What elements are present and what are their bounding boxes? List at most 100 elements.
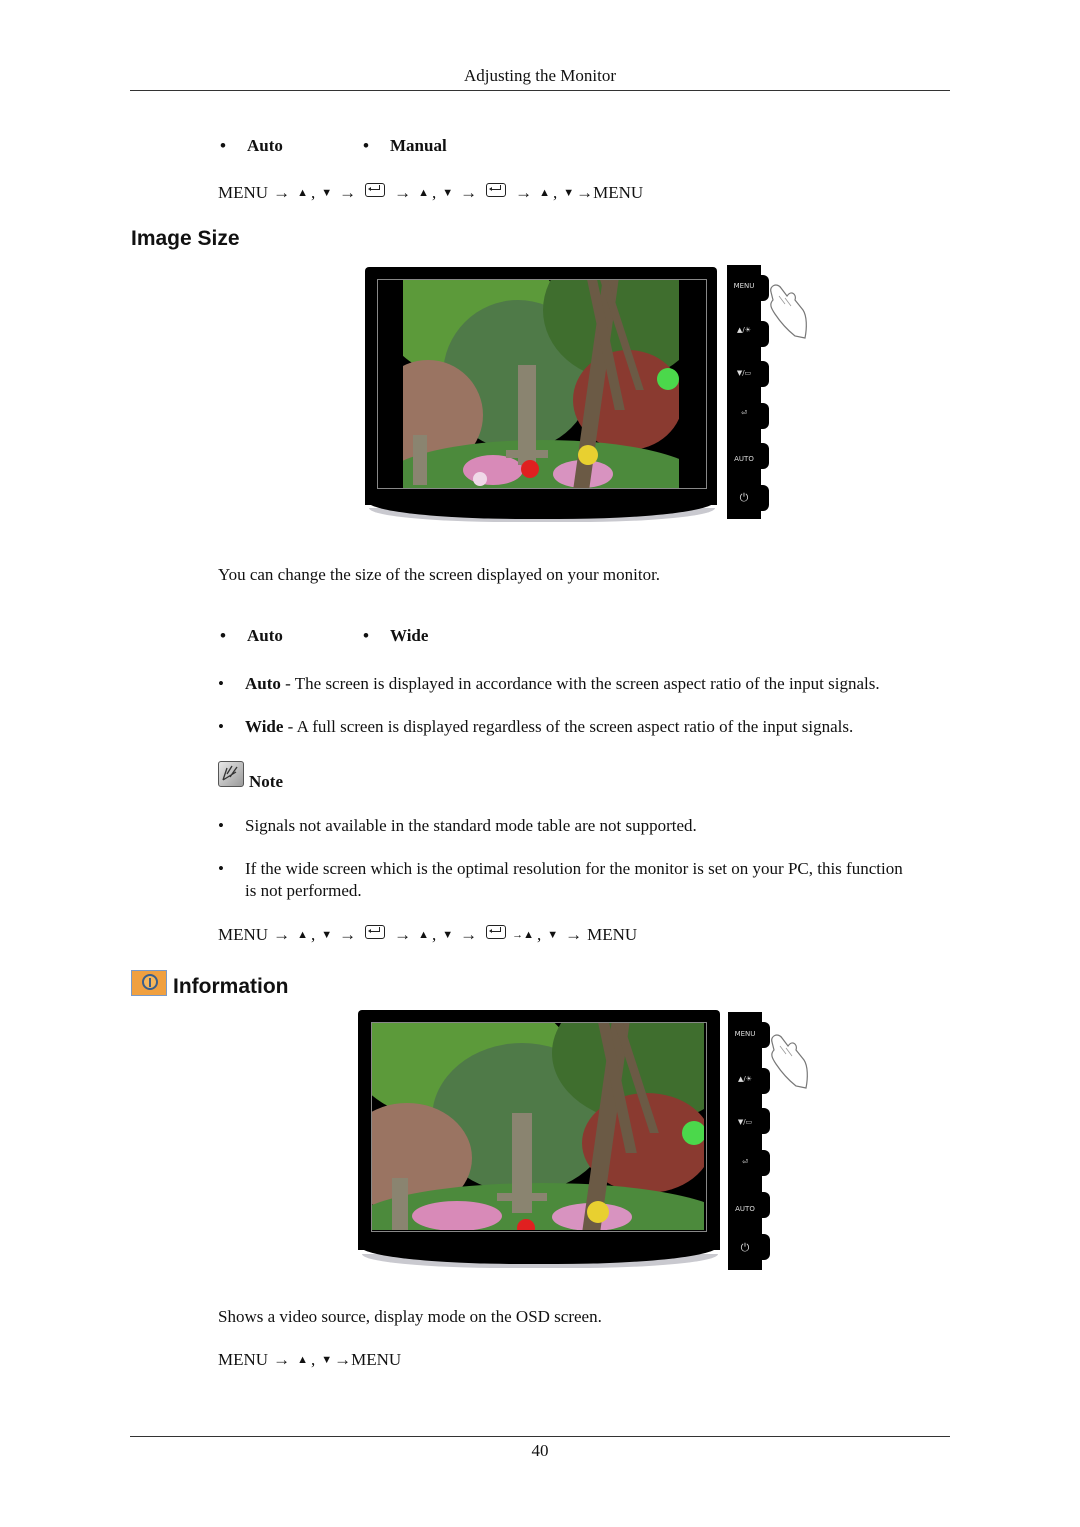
comma: , <box>310 1350 316 1369</box>
footer-rule <box>130 1436 950 1437</box>
top-option-list: • Auto • Manual <box>220 136 620 158</box>
button-tab <box>759 403 769 429</box>
photo-lantern-yellow <box>587 1201 609 1223</box>
enter-key-icon <box>486 925 507 939</box>
down-arrow-icon: ▼ <box>442 187 454 199</box>
top-option-auto: • Auto <box>220 136 283 155</box>
right-arrow-icon: → <box>515 183 533 202</box>
information-description: Shows a video source, display mode on th… <box>218 1307 602 1326</box>
sequence-text: →MENU <box>334 1350 402 1369</box>
right-arrow-icon: → <box>273 1350 291 1369</box>
photo-pagoda-roof <box>497 1193 547 1201</box>
down-arrow-icon: ▼ <box>442 929 454 941</box>
note-item: • Signals not available in the standard … <box>218 815 958 837</box>
menu-button-label: MENU <box>734 1030 756 1038</box>
button-tab <box>760 1234 770 1260</box>
top-option-manual: • Manual <box>363 136 447 155</box>
enter-key-icon <box>486 183 507 197</box>
section-title-image-size: Image Size <box>131 227 240 250</box>
up-arrow-icon: ▲ <box>418 929 429 941</box>
source-button-label: ▼/▭ <box>737 1118 753 1126</box>
bullet: • <box>218 859 224 878</box>
bullet: • <box>218 816 224 835</box>
comma: , <box>553 183 558 202</box>
garden-photo <box>403 280 679 488</box>
right-arrow-icon: → <box>394 925 412 944</box>
detail-item-auto: • Auto - The screen is displayed in acco… <box>218 673 958 695</box>
comma: , <box>310 183 316 202</box>
down-arrow-icon: ▼ <box>321 929 333 941</box>
sequence-text: →MENU <box>576 183 644 202</box>
button-tab <box>759 443 769 469</box>
comma: , <box>310 925 316 944</box>
header-rule <box>130 90 950 91</box>
note-text-continued: is not performed. <box>245 881 362 900</box>
note-icon <box>218 761 244 787</box>
photo-flowers <box>463 455 523 485</box>
photo-lantern-red <box>521 460 539 478</box>
source-button-label: ▼/▭ <box>736 369 752 377</box>
note-label: Note <box>249 772 283 791</box>
hand-pointer-icon <box>771 1034 808 1089</box>
photo-lantern-yellow <box>578 445 598 465</box>
menu-button-label: MENU <box>733 282 755 290</box>
detail-text: - The screen is displayed in accordance … <box>280 674 880 693</box>
photo-lantern-green <box>657 368 679 390</box>
note-text: If the wide screen which is the optimal … <box>245 859 903 878</box>
menu-sequence-image-size: MENU → ▲, ▼ → → ▲, ▼ → →▲, ▼ → MENU <box>218 925 637 945</box>
button-tab <box>759 361 769 387</box>
option-label: Auto <box>247 626 283 645</box>
down-arrow-icon: ▼ <box>321 1354 333 1366</box>
right-arrow-icon: → <box>273 925 291 944</box>
detail-term: Wide <box>245 717 284 736</box>
enter-button-icon: ⏎ <box>741 409 747 417</box>
monitor-illustration-information: MENU ▲/☀ ▼/▭ ⏎ AUTO ⏻ <box>358 1008 813 1276</box>
image-size-description: You can change the size of the screen di… <box>218 565 661 584</box>
photo-small-pagoda <box>413 435 427 485</box>
sequence-text: MENU <box>218 925 269 944</box>
button-tab <box>759 485 769 511</box>
detail-term: Auto <box>245 674 281 693</box>
down-arrow-icon: ▼ <box>321 187 333 199</box>
up-arrow-icon: ▲ <box>297 929 308 941</box>
option-label: Manual <box>390 136 447 155</box>
note-text: Signals not available in the standard mo… <box>245 816 697 835</box>
bullet: • <box>218 674 224 693</box>
image-size-option-list: • Auto • Wide <box>220 626 620 648</box>
photo-pagoda-roof <box>506 450 548 458</box>
auto-button-label: AUTO <box>734 455 754 463</box>
monitor-illustration-image-size: MENU ▲/☀ ▼/▭ ⏎ AUTO ⏻ <box>365 265 810 527</box>
running-header: Adjusting the Monitor <box>463 66 617 85</box>
power-icon: ⏻ <box>739 491 749 504</box>
enter-key-icon <box>365 183 386 197</box>
auto-button-label: AUTO <box>735 1205 755 1213</box>
button-tab <box>760 1108 770 1134</box>
right-arrow-icon: → <box>339 183 357 202</box>
right-arrow-icon: → <box>460 183 478 202</box>
comma: , <box>537 925 542 944</box>
photo-lantern-white <box>473 472 487 486</box>
up-arrow-icon: →▲ <box>512 929 535 941</box>
option-wide: • Wide <box>363 626 429 645</box>
menu-sequence-information: MENU → ▲, ▼ →MENU <box>218 1350 401 1370</box>
right-arrow-icon: → <box>339 925 357 944</box>
right-arrow-icon: → <box>565 925 583 944</box>
button-tab <box>760 1192 770 1218</box>
photo-lantern-red <box>517 1219 535 1230</box>
up-arrow-icon: ▲ <box>297 1354 308 1366</box>
section-title-information: Information <box>173 975 289 998</box>
detail-text: - A full screen is displayed regardless … <box>283 717 854 736</box>
button-panel <box>727 265 761 519</box>
up-arrow-icon: ▲ <box>418 187 429 199</box>
enter-button-icon: ⏎ <box>742 1158 748 1166</box>
right-arrow-icon: → <box>273 183 291 202</box>
garden-photo-wide <box>372 1023 704 1230</box>
photo-small-pagoda <box>392 1178 408 1230</box>
option-label: Wide <box>390 626 429 645</box>
comma: , <box>431 183 437 202</box>
up-arrow-icon: ▲ <box>539 187 551 199</box>
comma: , <box>431 925 437 944</box>
power-icon: ⏻ <box>740 1241 750 1254</box>
brightness-button-label: ▲/☀ <box>737 1075 753 1083</box>
sequence-text: MENU <box>218 183 269 202</box>
